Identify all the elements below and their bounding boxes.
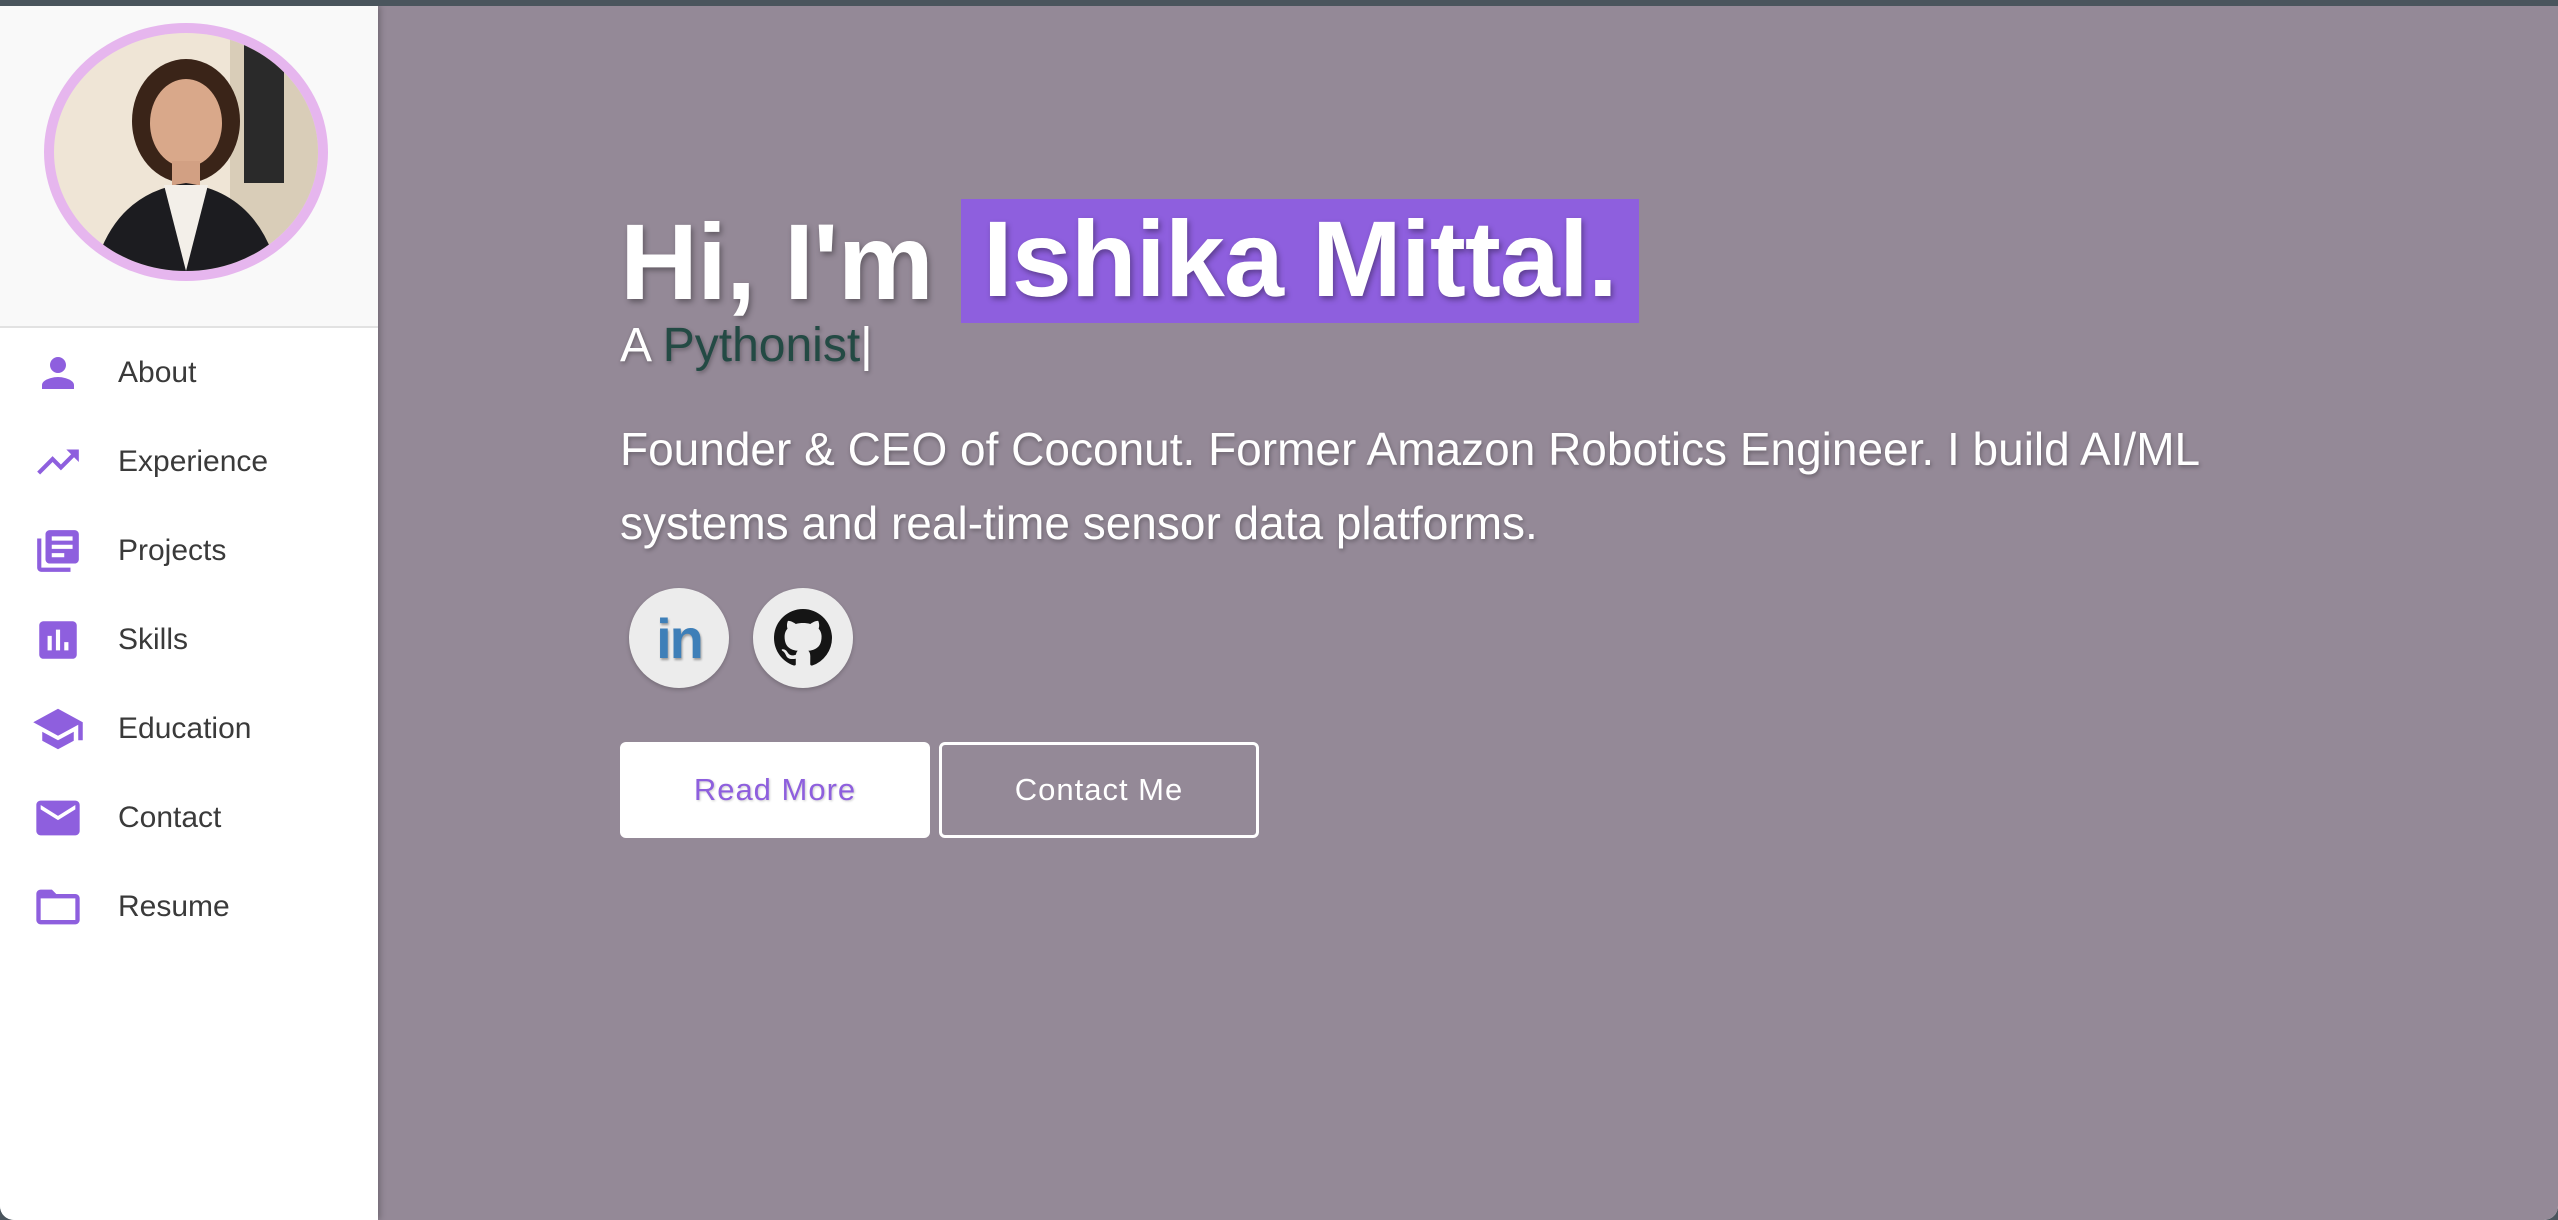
sidebar: About Experience Projects Skills Educati…: [0, 6, 378, 1220]
bar-chart-icon: [30, 612, 86, 668]
sidebar-item-about[interactable]: About: [0, 328, 378, 417]
read-more-button[interactable]: Read More: [620, 742, 930, 838]
avatar: [44, 23, 328, 281]
tagline-role: Pythonist: [662, 319, 861, 372]
browser-viewport: About Experience Projects Skills Educati…: [0, 6, 2558, 1220]
typed-tagline: A Pythonist|: [620, 318, 873, 373]
sidebar-item-skills[interactable]: Skills: [0, 595, 378, 684]
name-highlight: Ishika Mittal.: [960, 199, 1639, 324]
sidebar-item-label: Experience: [118, 444, 269, 478]
linkedin-button[interactable]: in: [629, 588, 729, 688]
profile-header: [0, 6, 378, 328]
trending-up-icon: [30, 434, 86, 490]
sidebar-item-label: Contact: [118, 800, 222, 834]
sidebar-item-projects[interactable]: Projects: [0, 506, 378, 595]
sidebar-item-label: Skills: [118, 622, 189, 656]
typing-cursor: |: [860, 319, 873, 372]
sidebar-item-experience[interactable]: Experience: [0, 417, 378, 506]
sidebar-item-label: Resume: [118, 889, 230, 923]
mail-icon: [30, 790, 86, 846]
sidebar-item-label: About: [118, 355, 197, 389]
github-button[interactable]: [753, 588, 853, 688]
contact-me-button[interactable]: Contact Me: [939, 742, 1259, 838]
linkedin-icon: in: [656, 606, 704, 670]
graduation-cap-icon: [30, 701, 86, 757]
hero-section: Hi, I'm Ishika Mittal. A Pythonist| Foun…: [378, 6, 2558, 1220]
github-icon: [774, 609, 832, 666]
folder-icon: [30, 879, 86, 935]
sidebar-nav: About Experience Projects Skills Educati…: [0, 328, 378, 951]
sidebar-item-resume[interactable]: Resume: [0, 862, 378, 951]
tagline-prefix: A: [620, 319, 650, 372]
sidebar-item-label: Education: [118, 711, 252, 745]
profile-photo: [54, 33, 318, 271]
person-icon: [30, 345, 86, 401]
page-title: Hi, I'm Ishika Mittal.: [620, 196, 1639, 326]
sidebar-item-label: Projects: [118, 533, 227, 567]
bio-text: Founder & CEO of Coconut. Former Amazon …: [620, 423, 2199, 549]
sidebar-item-education[interactable]: Education: [0, 684, 378, 773]
sidebar-item-contact[interactable]: Contact: [0, 773, 378, 862]
library-books-icon: [30, 523, 86, 579]
greeting: Hi, I'm: [620, 200, 934, 322]
